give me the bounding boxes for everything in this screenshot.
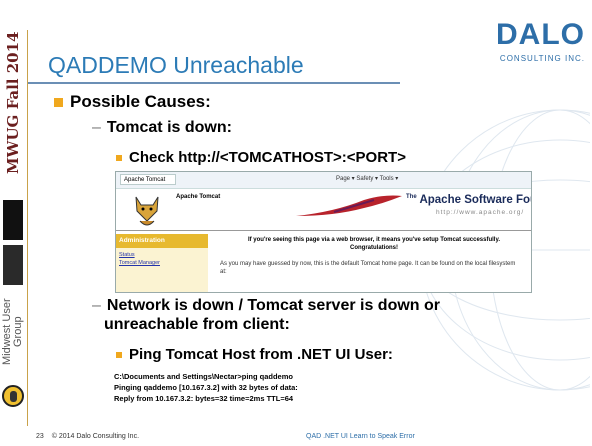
page-separator (116, 230, 531, 231)
title-underline (28, 82, 400, 84)
logo-main: DALO (496, 18, 585, 51)
apache-feather-icon (296, 195, 402, 216)
admin-header: Administration (116, 234, 208, 248)
partner-logo (3, 245, 23, 285)
bullet-square-icon (116, 155, 122, 161)
copyright: © 2014 Dalo Consulting Inc. (51, 433, 140, 440)
asf-text: Apache Software Foundation (419, 194, 531, 206)
bullet-tomcat-down-text: Tomcat is down: (106, 119, 232, 136)
sidebar-banner: MWUG Fall 2014 Midwest User Group (0, 0, 26, 446)
dash: – (92, 297, 101, 314)
ping-line: Reply from 10.167.3.2: bytes=32 time=2ms… (114, 394, 294, 403)
logo-sub: CONSULTING INC. (499, 54, 585, 63)
dalo-logo: DALO CONSULTING INC. (493, 18, 591, 70)
bullet-square-icon (54, 98, 63, 107)
bullet-tomcat-down: – Tomcat is down: (92, 119, 232, 137)
browser-toolbar: Apache Tomcat Page ▾ Safety ▾ Tools ▾ (116, 172, 531, 189)
ping-output: C:\Documents and Settings\Nectar>ping qa… (114, 371, 298, 404)
page-number: 23 (36, 433, 44, 440)
footer: 23 © 2014 Dalo Consulting Inc. (36, 433, 145, 440)
dash: – (92, 119, 101, 136)
asf-url: http://www.apache.org/ (436, 209, 525, 216)
ping-line: C:\Documents and Settings\Nectar>ping qa… (114, 372, 293, 381)
tomcat-manager-link[interactable]: Tomcat Manager (119, 260, 160, 266)
browser-tab: Apache Tomcat (120, 174, 176, 185)
ping-line: Pinging qaddemo [10.167.3.2] with 32 byt… (114, 383, 298, 392)
group-name: Midwest User Group (1, 298, 24, 366)
bullet-network-down: – Network is down / Tomcat server is down… (92, 296, 440, 334)
sidebar-divider (27, 30, 28, 426)
bullet-ping-host: Ping Tomcat Host from .NET UI User: (129, 346, 393, 363)
bullet-possible-causes: Possible Causes: (70, 92, 211, 111)
footer-title: QAD .NET UI Learn to Speak Error (306, 433, 415, 440)
tomcat-browser-screenshot: Apache Tomcat Page ▾ Safety ▾ Tools ▾ Ap… (115, 171, 532, 293)
success-message: If you're seeing this page via a web bro… (247, 237, 501, 251)
bullet-square-icon (116, 352, 122, 358)
bullet-check-url: Check http://<TOMCATHOST>:<PORT> (129, 149, 406, 166)
tomcat-cat-icon (135, 196, 159, 226)
status-link[interactable]: Status (119, 252, 135, 258)
qad-logo (3, 200, 23, 240)
asf-prefix: The (406, 194, 417, 201)
bullet-network-line2: unreachable from client: (104, 316, 290, 333)
event-name: MWUG Fall 2014 (4, 31, 22, 175)
slide: MWUG Fall 2014 Midwest User Group DALO C… (0, 0, 592, 446)
browser-tools: Page ▾ Safety ▾ Tools ▾ (336, 176, 399, 182)
tomcat-heading: Apache Tomcat (176, 194, 221, 200)
slide-title: QADDEMO Unreachable (48, 52, 304, 78)
info-message: As you may have guessed by now, this is … (220, 261, 516, 275)
group-badge-icon (2, 385, 24, 407)
bullet-network-line1: Network is down / Tomcat server is down … (106, 297, 441, 314)
asf-name: The Apache Software Foundation (406, 194, 531, 206)
